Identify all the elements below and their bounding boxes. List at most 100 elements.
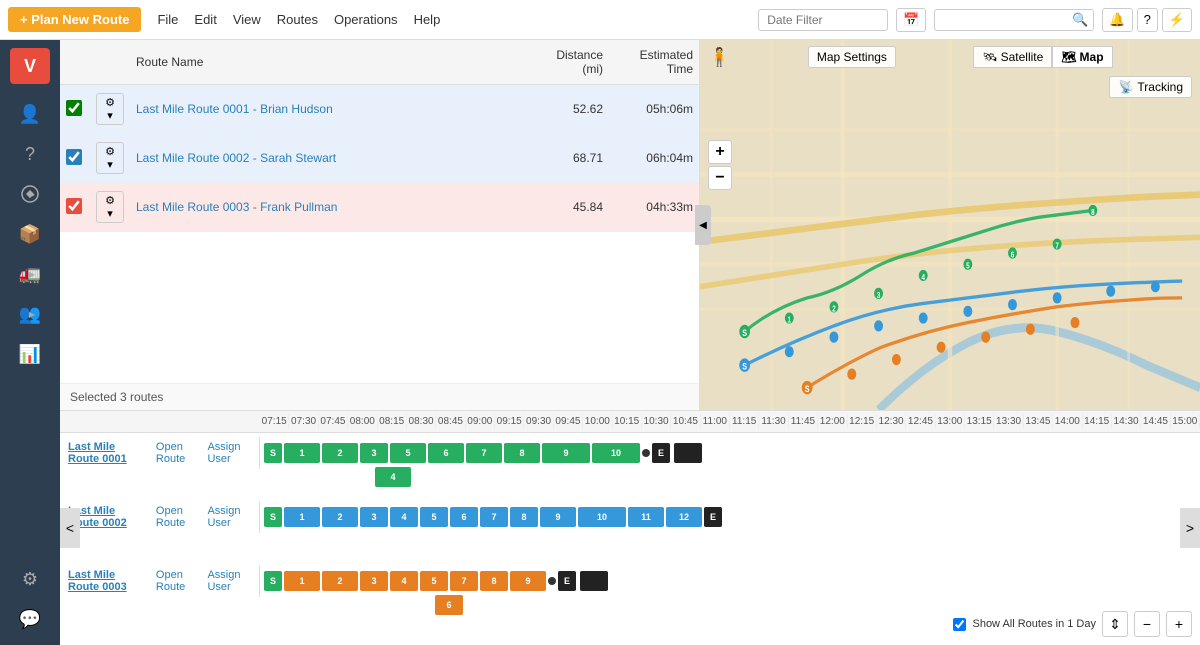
stop-0003-dot	[548, 577, 556, 585]
svg-text:5: 5	[966, 262, 970, 271]
sidebar-icon-box[interactable]: 📦	[12, 216, 48, 252]
timeline-time-slots: 07:15 07:30 07:45 08:00 08:15 08:30 08:4…	[260, 414, 1200, 429]
sidebar-icon-drivers[interactable]: 👥 ▶	[12, 296, 48, 332]
time-13-00: 13:00	[936, 414, 965, 429]
timeline-zoom-in-btn[interactable]: +	[1166, 611, 1192, 637]
route-0002-assign-btn[interactable]: Assign User	[207, 505, 251, 529]
left-sidebar: V 👤 ? ▶ 📦 🚛 ▶ 👥 ▶ 📊 ⚙ 💬	[0, 40, 60, 645]
route-0002-gantt: S 1 2 3 4 5 6 7 8 9 10 11 12 E	[260, 501, 1200, 557]
stop-0002-3: 3	[360, 507, 388, 527]
route-3-name-link[interactable]: Last Mile Route 0003 - Frank Pullman	[136, 200, 337, 214]
route-0003-label: Last Mile Route 0003 Open Route Assign U…	[60, 565, 260, 597]
col-distance: Distance (mi)	[529, 40, 609, 85]
show-all-routes-checkbox[interactable]	[953, 618, 966, 631]
tl-route-0003-link[interactable]: Last Mile Route 0003	[68, 569, 148, 593]
route-3-gear-btn[interactable]: ⚙ ▾	[96, 191, 124, 223]
stop-0002-2: 2	[322, 507, 358, 527]
date-filter-input[interactable]	[758, 9, 888, 31]
time-10-30: 10:30	[642, 414, 671, 429]
time-11-15: 11:15	[730, 414, 759, 429]
stop-0003-5: 5	[420, 571, 448, 591]
sidebar-icon-truck[interactable]: 🚛 ▶	[12, 256, 48, 292]
stop-0003-e2	[580, 571, 608, 591]
route-2-name-link[interactable]: Last Mile Route 0002 - Sarah Stewart	[136, 151, 336, 165]
sidebar-icon-help[interactable]: ?	[12, 136, 48, 172]
top-split: Route Name Distance (mi) Estimated Time …	[60, 40, 1200, 410]
route-0002-stops-row1: S 1 2 3 4 5 6 7 8 9 10 11 12 E	[260, 505, 1200, 529]
map-panel[interactable]: 1 2 3 4 5 6 7 8 S S S	[700, 40, 1200, 410]
route-1-name-link[interactable]: Last Mile Route 0001 - Brian Hudson	[136, 102, 333, 116]
route-3-checkbox[interactable]	[66, 198, 82, 214]
stop-0001-2: 2	[322, 443, 358, 463]
sidebar-icon-chat[interactable]: 💬	[12, 601, 48, 637]
route-0003-assign-btn[interactable]: Assign User	[207, 569, 251, 593]
time-11-30: 11:30	[759, 414, 788, 429]
sidebar-icon-person[interactable]: 👤	[12, 96, 48, 132]
content-area: Route Name Distance (mi) Estimated Time …	[60, 40, 1200, 645]
route-0001-assign-btn[interactable]: Assign User	[207, 441, 251, 465]
route-0003-open-btn[interactable]: Open Route	[156, 569, 200, 593]
routes-table: Route Name Distance (mi) Estimated Time …	[60, 40, 699, 383]
bell-icon-btn[interactable]: 🔔	[1102, 8, 1132, 32]
tl-route-0001-link[interactable]: Last Mile Route 0001	[68, 441, 148, 465]
map-settings-button[interactable]: Map Settings	[808, 46, 896, 68]
time-11-45: 11:45	[789, 414, 818, 429]
timeline-swap-btn[interactable]: ⇕	[1102, 611, 1128, 637]
sidebar-icon-chart[interactable]: 📊	[12, 336, 48, 372]
time-09-15: 09:15	[495, 414, 524, 429]
svg-text:1: 1	[788, 316, 792, 325]
time-15-00: 15:00	[1171, 414, 1200, 429]
satellite-view-btn[interactable]: 🛰 Satellite	[973, 46, 1052, 68]
route-2-checkbox[interactable]	[66, 149, 82, 165]
route-0001-gantt: S 1 2 3 5 6 7 8 9 10 E	[260, 437, 1200, 493]
map-view-btn[interactable]: 🗺 Map	[1052, 46, 1112, 68]
search-input[interactable]	[934, 9, 1094, 31]
calendar-icon-btn[interactable]: 📅	[896, 8, 926, 32]
time-14-00: 14:00	[1053, 414, 1082, 429]
timeline-zoom-out-btn[interactable]: −	[1134, 611, 1160, 637]
svg-text:8: 8	[1091, 208, 1095, 217]
collapse-panel-toggle[interactable]: ◀	[695, 205, 711, 245]
route-0001-stops-row1: S 1 2 3 5 6 7 8 9 10 E	[260, 441, 1200, 465]
route-1-distance: 52.62	[529, 85, 609, 134]
stop-0002-9: 9	[540, 507, 576, 527]
show-all-routes-label: Show All Routes in 1 Day	[972, 618, 1096, 630]
timeline-scroll-left[interactable]: <	[60, 508, 80, 548]
route-0001-stops-row2: 4	[260, 465, 1200, 489]
route-1-gear-btn[interactable]: ⚙ ▾	[96, 93, 124, 125]
time-08-15: 08:15	[378, 414, 407, 429]
nav-view[interactable]: View	[233, 12, 261, 27]
question-icon-btn[interactable]: ?	[1137, 8, 1158, 32]
zoom-out-btn[interactable]: −	[708, 166, 732, 190]
flash-icon-btn[interactable]: ⚡	[1162, 8, 1192, 32]
stop-0001-8: 8	[504, 443, 540, 463]
stop-0003-6: 6	[435, 595, 463, 615]
nav-routes[interactable]: Routes	[277, 12, 318, 27]
time-12-00: 12:00	[818, 414, 847, 429]
sidebar-icon-settings[interactable]: ⚙	[12, 561, 48, 597]
stop-0002-s: S	[264, 507, 282, 527]
route-0002-open-btn[interactable]: Open Route	[156, 505, 200, 529]
timeline-area: < 07:15 07:30 07:45 08:00 08:15 08:30 08…	[60, 410, 1200, 645]
route-0001-open-btn[interactable]: Open Route	[156, 441, 200, 465]
route-1-checkbox[interactable]	[66, 100, 82, 116]
zoom-in-btn[interactable]: +	[708, 140, 732, 164]
timeline-scroll-right[interactable]: >	[1180, 508, 1200, 548]
stop-0001-9: 9	[542, 443, 590, 463]
col-route-name: Route Name	[130, 40, 529, 85]
stop-0003-e: E	[558, 571, 576, 591]
nav-menu: File Edit View Routes Operations Help	[157, 12, 440, 27]
satellite-icon: 🛰	[982, 50, 997, 64]
sidebar-icon-routes[interactable]: ▶	[12, 176, 48, 212]
nav-file[interactable]: File	[157, 12, 178, 27]
nav-edit[interactable]: Edit	[194, 12, 216, 27]
time-14-30: 14:30	[1112, 414, 1141, 429]
time-14-45: 14:45	[1141, 414, 1170, 429]
time-12-30: 12:30	[877, 414, 906, 429]
plan-route-button[interactable]: + Plan New Route	[8, 7, 141, 32]
nav-help[interactable]: Help	[414, 12, 441, 27]
route-2-gear-btn[interactable]: ⚙ ▾	[96, 142, 124, 174]
tracking-button[interactable]: 📡 Tracking	[1109, 76, 1192, 98]
route-1-time: 05h:06m	[609, 85, 699, 134]
nav-operations[interactable]: Operations	[334, 12, 398, 27]
